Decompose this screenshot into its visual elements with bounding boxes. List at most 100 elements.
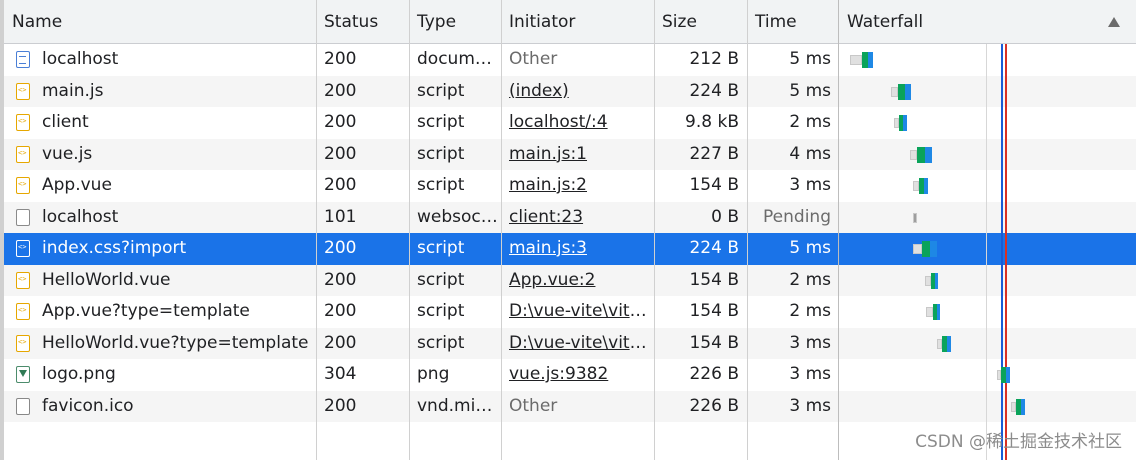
table-row[interactable]: App.vue 200 script main.js:2 154 B 3 ms xyxy=(4,170,1136,202)
status-code: 101 xyxy=(324,206,357,227)
column-divider[interactable] xyxy=(838,0,839,460)
request-name: App.vue xyxy=(42,175,112,195)
waterfall-download-bar xyxy=(924,178,928,194)
initiator-link[interactable]: localhost/:4 xyxy=(501,107,654,139)
table-header: Name Status Type Initiator Size Time Wat… xyxy=(4,0,1136,44)
waterfall-waiting-bar xyxy=(917,146,925,163)
response-size: 227 B xyxy=(689,143,739,164)
waterfall-queue-bar xyxy=(910,149,917,160)
request-name: favicon.ico xyxy=(42,395,134,416)
column-header-type[interactable]: Type xyxy=(409,0,501,44)
status-code: 304 xyxy=(324,364,357,384)
initiator-link[interactable]: (index) xyxy=(501,76,654,108)
waterfall-download-bar xyxy=(930,241,937,257)
status-code: 200 xyxy=(324,80,357,101)
column-header-time[interactable]: Time xyxy=(747,0,839,44)
resource-type: websoc… xyxy=(417,206,498,227)
column-divider[interactable] xyxy=(316,0,317,460)
response-size: 224 B xyxy=(689,80,739,101)
column-divider[interactable] xyxy=(409,0,410,460)
table-row[interactable]: logo.png 304 png vue.js:9382 226 B 3 ms xyxy=(4,359,1136,391)
resource-type: script xyxy=(417,269,465,290)
initiator-link[interactable]: D:\vue-vite\vite… xyxy=(501,296,654,328)
waterfall-download-bar xyxy=(868,52,873,68)
waterfall-download-bar xyxy=(903,115,907,131)
column-header-size[interactable]: Size xyxy=(654,0,747,44)
response-size: 226 B xyxy=(689,364,739,384)
response-size: 226 B xyxy=(689,395,739,416)
column-header-waterfall[interactable]: Waterfall xyxy=(839,0,1136,44)
request-time: 3 ms xyxy=(789,364,831,384)
resource-type: png xyxy=(417,364,450,384)
status-code: 200 xyxy=(324,332,357,353)
table-row[interactable]: HelloWorld.vue?type=template 200 script D:\… xyxy=(4,327,1136,360)
initiator-link[interactable]: main.js:2 xyxy=(501,170,654,202)
request-name: main.js xyxy=(42,80,104,101)
response-size: 154 B xyxy=(689,269,739,290)
waterfall-download-bar xyxy=(1006,367,1010,383)
initiator-link[interactable]: main.js:3 xyxy=(501,233,654,265)
resource-type: docume… xyxy=(417,49,501,69)
response-size: 212 B xyxy=(689,49,739,69)
column-divider[interactable] xyxy=(654,0,655,460)
request-time: 5 ms xyxy=(789,238,831,258)
waterfall-download-bar xyxy=(947,335,951,352)
waterfall-queue-bar xyxy=(913,212,917,223)
sort-ascending-icon[interactable] xyxy=(1108,17,1120,27)
waterfall-queue-bar xyxy=(891,86,898,97)
request-time: 2 ms xyxy=(789,269,831,290)
response-size: 154 B xyxy=(689,301,739,321)
column-header-status[interactable]: Status xyxy=(316,0,409,44)
status-code: 200 xyxy=(324,395,357,416)
table-row[interactable]: index.css?import 200 script main.js:3 224 B 5… xyxy=(4,233,1136,265)
waterfall-download-bar xyxy=(925,146,932,163)
table-row[interactable]: App.vue?type=template 200 script D:\vue-vit… xyxy=(4,296,1136,328)
request-name: App.vue?type=template xyxy=(42,301,250,321)
table-row[interactable]: localhost 200 docume… Other 212 B 5 ms xyxy=(4,44,1136,76)
response-size: 9.8 kB xyxy=(685,112,739,132)
initiator-link[interactable]: vue.js:9382 xyxy=(501,359,654,391)
resource-type: script xyxy=(417,112,465,132)
column-header-name[interactable]: Name xyxy=(4,0,316,44)
table-row[interactable]: favicon.ico 200 vnd.mic… Other 226 B 3 ms xyxy=(4,390,1136,422)
waterfall-download-bar xyxy=(935,272,938,289)
table-row[interactable]: HelloWorld.vue 200 script App.vue:2 154 B 2 m… xyxy=(4,264,1136,297)
waterfall-waiting-bar xyxy=(922,241,930,257)
request-name: vue.js xyxy=(42,143,93,164)
resource-type: script xyxy=(417,175,465,195)
initiator-link[interactable]: client:23 xyxy=(501,202,654,234)
table-row[interactable]: localhost 101 websoc… client:23 0 B Pending xyxy=(4,201,1136,234)
resource-type: script xyxy=(417,238,465,258)
status-code: 200 xyxy=(324,143,357,164)
initiator-link[interactable]: D:\vue-vite\vite… xyxy=(501,328,654,360)
request-name: localhost xyxy=(42,206,119,227)
response-size: 154 B xyxy=(689,332,739,353)
initiator-link[interactable]: App.vue:2 xyxy=(501,265,654,297)
request-time: 2 ms xyxy=(789,301,831,321)
status-code: 200 xyxy=(324,238,357,258)
domcontentloaded-line xyxy=(1001,44,1003,460)
waterfall-download-bar xyxy=(937,304,940,320)
table-row[interactable]: main.js 200 script (index) 224 B 5 ms xyxy=(4,75,1136,108)
response-size: 154 B xyxy=(689,175,739,195)
table-row[interactable]: client 200 script localhost/:4 9.8 kB 2 ms xyxy=(4,107,1136,139)
response-size: 224 B xyxy=(689,238,739,258)
status-code: 200 xyxy=(324,269,357,290)
response-size: 0 B xyxy=(711,206,739,227)
request-time: 3 ms xyxy=(789,332,831,353)
request-name: client xyxy=(42,112,89,132)
watermark: CSDN @稀土掘金技术社区 xyxy=(915,432,1122,452)
status-code: 200 xyxy=(324,49,357,69)
initiator-link[interactable]: main.js:1 xyxy=(501,139,654,171)
request-name: index.css?import xyxy=(42,238,187,258)
request-name: localhost xyxy=(42,49,119,69)
column-header-initiator[interactable]: Initiator xyxy=(501,0,654,44)
waterfall-download-bar xyxy=(905,83,911,100)
resource-type: script xyxy=(417,301,465,321)
request-time: 5 ms xyxy=(789,49,831,69)
column-divider[interactable] xyxy=(747,0,748,460)
column-divider[interactable] xyxy=(501,0,502,460)
waterfall-queue-bar xyxy=(850,55,862,65)
table-row[interactable]: vue.js 200 script main.js:1 227 B 4 ms xyxy=(4,138,1136,171)
status-code: 200 xyxy=(324,112,357,132)
